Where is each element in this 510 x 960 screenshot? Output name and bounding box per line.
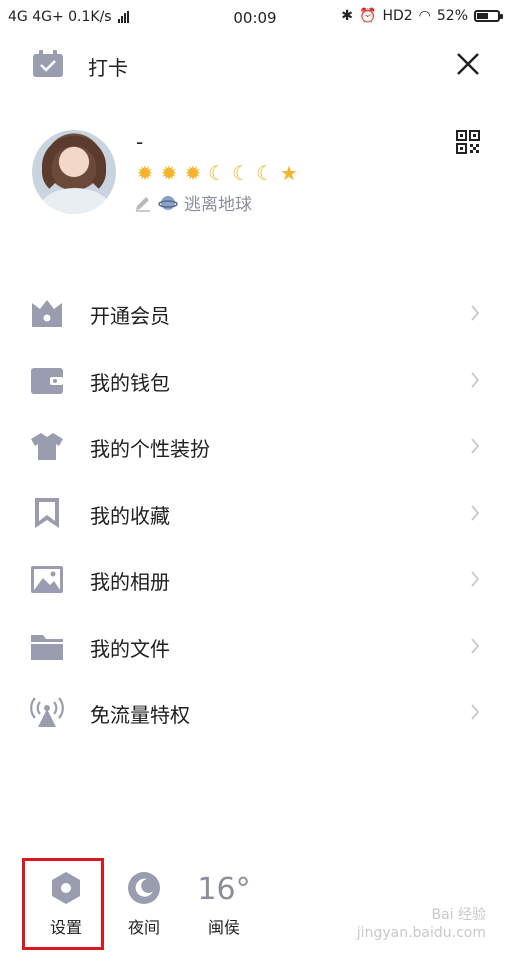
chevron-right-icon (471, 305, 480, 321)
menu-item-label: 我的个性装扮 (90, 437, 210, 461)
level-badges[interactable]: ✹ ✹ ✹ ☾ ☾ ☾ ★ (134, 161, 300, 185)
menu-list: 开通会员 我的钱包 我的个性装扮 我的收藏 我的相册 我的文件 免流量特权 (0, 280, 510, 746)
menu-item-theme[interactable]: 我的个性装扮 (0, 413, 510, 480)
status-text: 逃离地球 (184, 195, 252, 215)
planet-status-icon (158, 195, 178, 210)
alarm-icon: ⏰ (359, 8, 377, 24)
hd-text: HD2 (382, 8, 413, 24)
moon-icon (128, 872, 160, 904)
menu-item-label: 我的收藏 (90, 503, 170, 528)
highlight-box (22, 858, 104, 950)
watermark: Bai 经验 jingyan.baidu.com (357, 906, 486, 942)
moon-level-icon: ☾ (232, 161, 250, 185)
avatar[interactable] (32, 130, 116, 214)
shirt-icon (31, 433, 63, 460)
menu-item-free-data[interactable]: 免流量特权 (0, 679, 510, 746)
weather-widget[interactable]: 16° 闽侯 (184, 870, 264, 938)
status-row[interactable]: 逃离地球 (134, 190, 252, 215)
image-icon (31, 566, 63, 593)
chevron-right-icon (471, 637, 480, 654)
menu-item-label: 开通会员 (90, 304, 170, 328)
wallet-icon (31, 367, 63, 394)
chevron-right-icon (471, 504, 480, 521)
header: 打卡 (0, 40, 510, 88)
sun-level-icon: ✹ (160, 161, 178, 185)
weather-temperature: 16° (197, 872, 251, 907)
crown-icon (32, 300, 62, 327)
avatar-hair (42, 136, 106, 196)
bluetooth-icon: ✱ (341, 8, 353, 24)
chevron-right-icon (471, 371, 480, 388)
weather-city: 闽侯 (207, 918, 240, 937)
calendar-check-icon[interactable] (32, 50, 64, 78)
night-label: 夜间 (127, 918, 160, 937)
folder-icon (31, 634, 63, 660)
antenna-icon (30, 697, 64, 727)
menu-item-wallet[interactable]: 我的钱包 (0, 347, 510, 414)
star-level-icon: ★ (280, 161, 298, 185)
watermark-line1: Bai 经验 (431, 907, 486, 923)
menu-item-label: 我的钱包 (90, 370, 170, 395)
sun-level-icon: ✹ (184, 161, 202, 185)
menu-item-vip[interactable]: 开通会员 (0, 280, 510, 347)
menu-item-label: 免流量特权 (90, 703, 190, 727)
menu-item-album[interactable]: 我的相册 (0, 546, 510, 613)
bookmark-icon (35, 497, 59, 528)
sun-level-icon: ✹ (136, 161, 154, 185)
night-mode-button[interactable]: 夜间 (104, 870, 184, 938)
wifi-icon: ◠ (418, 8, 431, 24)
avatar-shoulder (40, 188, 110, 214)
menu-item-label: 我的文件 (90, 636, 170, 661)
battery-icon (474, 10, 503, 22)
moon-level-icon: ☾ (256, 161, 274, 185)
moon-level-icon: ☾ (208, 161, 226, 185)
menu-item-label: 我的相册 (90, 570, 170, 594)
qr-code-icon[interactable] (456, 130, 480, 154)
battery-percent: 52% (436, 8, 468, 24)
watermark-line2: jingyan.baidu.com (356, 925, 486, 941)
menu-item-favorites[interactable]: 我的收藏 (0, 480, 510, 547)
chevron-right-icon (471, 438, 480, 454)
chevron-right-icon (471, 704, 480, 720)
chevron-right-icon (471, 571, 480, 587)
close-icon[interactable] (454, 50, 482, 78)
system-status: ✱ ⏰ HD2 ◠ 52% (341, 8, 503, 24)
status-bar: 4G 4G+ 0.1K/s 00:09 ✱ ⏰ HD2 ◠ 52% (0, 0, 510, 36)
checkin-label[interactable]: 打卡 (88, 52, 128, 81)
nickname[interactable]: - (136, 130, 143, 154)
menu-item-files[interactable]: 我的文件 (0, 613, 510, 680)
edit-icon[interactable] (134, 194, 152, 212)
